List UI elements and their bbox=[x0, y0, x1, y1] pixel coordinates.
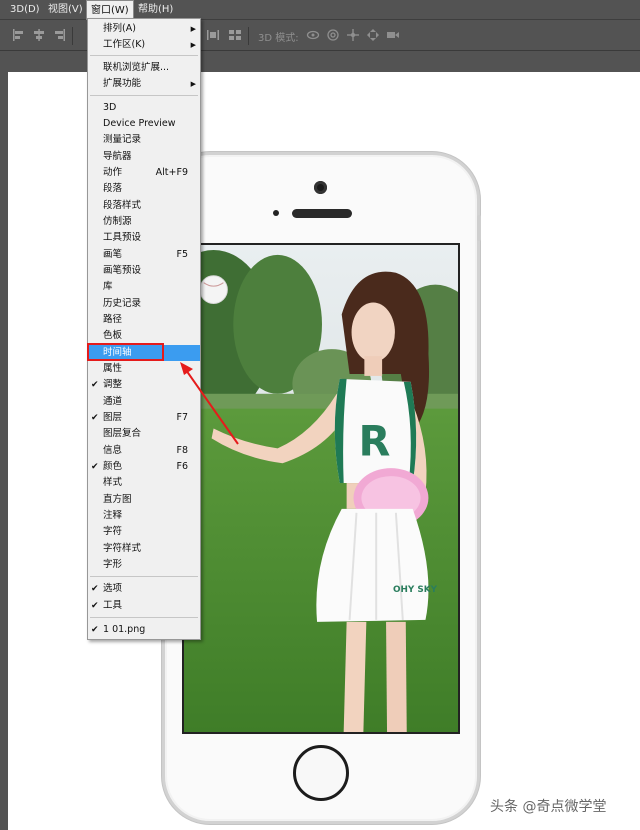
menu-item-glyphs[interactable]: 字形 bbox=[88, 557, 200, 573]
photo-illustration: R OHY SKY bbox=[184, 245, 458, 732]
menu-item-brush[interactable]: 画笔 F5 bbox=[88, 247, 200, 263]
menu-item-paragraph-styles[interactable]: 段落样式 bbox=[88, 198, 200, 214]
menu-item-tools[interactable]: ✔ 工具 bbox=[88, 598, 200, 614]
menu-item-channels[interactable]: 通道 bbox=[88, 394, 200, 410]
toolbar-divider bbox=[72, 27, 73, 45]
submenu-arrow-icon: ▶ bbox=[190, 41, 196, 49]
menu-item-arrange[interactable]: 排列(A) ▶ bbox=[88, 21, 200, 37]
menu-item-open-document[interactable]: ✔ 1 01.png bbox=[88, 622, 200, 638]
menu-item-3d[interactable]: 3D bbox=[88, 100, 200, 116]
menu-separator bbox=[90, 617, 198, 618]
shirt-letter: R bbox=[358, 416, 390, 465]
proximity-sensor bbox=[273, 210, 279, 216]
menu-item-layers[interactable]: ✔ 图层 F7 bbox=[88, 410, 200, 426]
auto-align-icon[interactable] bbox=[228, 28, 242, 42]
menu-separator bbox=[90, 55, 198, 56]
checkmark-icon: ✔ bbox=[91, 413, 99, 423]
annotation-highlight-box bbox=[87, 343, 164, 361]
toolbar-divider bbox=[248, 27, 249, 45]
menu-item-color[interactable]: ✔ 颜色 F6 bbox=[88, 459, 200, 475]
menu-item-history[interactable]: 历史记录 bbox=[88, 296, 200, 312]
checkmark-icon: ✔ bbox=[91, 601, 99, 611]
align-center-icon[interactable] bbox=[32, 28, 46, 42]
menu-item-notes[interactable]: 注释 bbox=[88, 508, 200, 524]
menu-item-brush-presets[interactable]: 画笔预设 bbox=[88, 263, 200, 279]
menu-item-workspace[interactable]: 工作区(K) ▶ bbox=[88, 37, 200, 53]
menu-item-extensions[interactable]: 扩展功能 ▶ bbox=[88, 76, 200, 92]
window-menu-dropdown: 排列(A) ▶ 工作区(K) ▶ 联机浏览扩展... 扩展功能 ▶ 3D Device… bbox=[87, 18, 201, 640]
menu-item-swatches[interactable]: 色板 bbox=[88, 328, 200, 344]
home-button bbox=[293, 745, 349, 801]
front-camera bbox=[314, 181, 327, 194]
checkmark-icon: ✔ bbox=[91, 462, 99, 472]
menu-item-character[interactable]: 字符 bbox=[88, 524, 200, 540]
3d-roll-icon[interactable] bbox=[326, 28, 340, 42]
3d-orbit-icon[interactable] bbox=[306, 28, 320, 42]
phone-screen-photo: R OHY SKY bbox=[182, 243, 460, 734]
menu-view[interactable]: 视图(V) bbox=[44, 0, 87, 20]
3d-camera-icon[interactable] bbox=[386, 28, 400, 42]
menu-separator bbox=[90, 95, 198, 96]
3d-mode-label: 3D 模式: bbox=[258, 33, 299, 44]
align-right-icon[interactable] bbox=[52, 28, 66, 42]
align-left-icon[interactable] bbox=[12, 28, 26, 42]
menu-item-adjustments[interactable]: ✔ 调整 bbox=[88, 377, 200, 393]
menu-item-browse-extensions[interactable]: 联机浏览扩展... bbox=[88, 60, 200, 76]
menu-item-libraries[interactable]: 库 bbox=[88, 279, 200, 295]
menu-item-character-styles[interactable]: 字符样式 bbox=[88, 541, 200, 557]
menu-item-properties[interactable]: 属性 bbox=[88, 361, 200, 377]
checkmark-icon: ✔ bbox=[91, 625, 99, 635]
menu-bar: 3D(D) 视图(V) 窗口(W) 帮助(H) bbox=[0, 0, 640, 20]
menu-help[interactable]: 帮助(H) bbox=[134, 0, 177, 20]
menu-separator bbox=[90, 576, 198, 577]
distribute-icon[interactable] bbox=[206, 28, 220, 42]
3d-slide-icon[interactable] bbox=[366, 28, 380, 42]
menu-item-info[interactable]: 信息 F8 bbox=[88, 443, 200, 459]
watermark-text: 头条 @奇点微学堂 bbox=[490, 799, 607, 815]
menu-item-options[interactable]: ✔ 选项 bbox=[88, 581, 200, 597]
menu-item-tool-presets[interactable]: 工具预设 bbox=[88, 230, 200, 246]
menu-window[interactable]: 窗口(W) bbox=[86, 0, 134, 20]
menu-3d[interactable]: 3D(D) bbox=[6, 0, 44, 20]
checkmark-icon: ✔ bbox=[91, 380, 99, 390]
menu-item-actions[interactable]: 动作 Alt+F9 bbox=[88, 165, 200, 181]
earpiece-speaker bbox=[292, 209, 352, 218]
skirt-print: OHY SKY bbox=[393, 585, 438, 595]
submenu-arrow-icon: ▶ bbox=[190, 80, 196, 88]
menu-item-navigator[interactable]: 导航器 bbox=[88, 149, 200, 165]
menu-item-measurement-log[interactable]: 测量记录 bbox=[88, 132, 200, 148]
side-button bbox=[477, 215, 481, 241]
menu-item-paths[interactable]: 路径 bbox=[88, 312, 200, 328]
menu-item-clone-source[interactable]: 仿制源 bbox=[88, 214, 200, 230]
menu-item-paragraph[interactable]: 段落 bbox=[88, 181, 200, 197]
checkmark-icon: ✔ bbox=[91, 584, 99, 594]
menu-item-device-preview[interactable]: Device Preview bbox=[88, 116, 200, 132]
3d-pan-icon[interactable] bbox=[346, 28, 360, 42]
menu-item-styles[interactable]: 样式 bbox=[88, 475, 200, 491]
menu-item-layer-comps[interactable]: 图层复合 bbox=[88, 426, 200, 442]
menu-item-histogram[interactable]: 直方图 bbox=[88, 492, 200, 508]
submenu-arrow-icon: ▶ bbox=[190, 25, 196, 33]
